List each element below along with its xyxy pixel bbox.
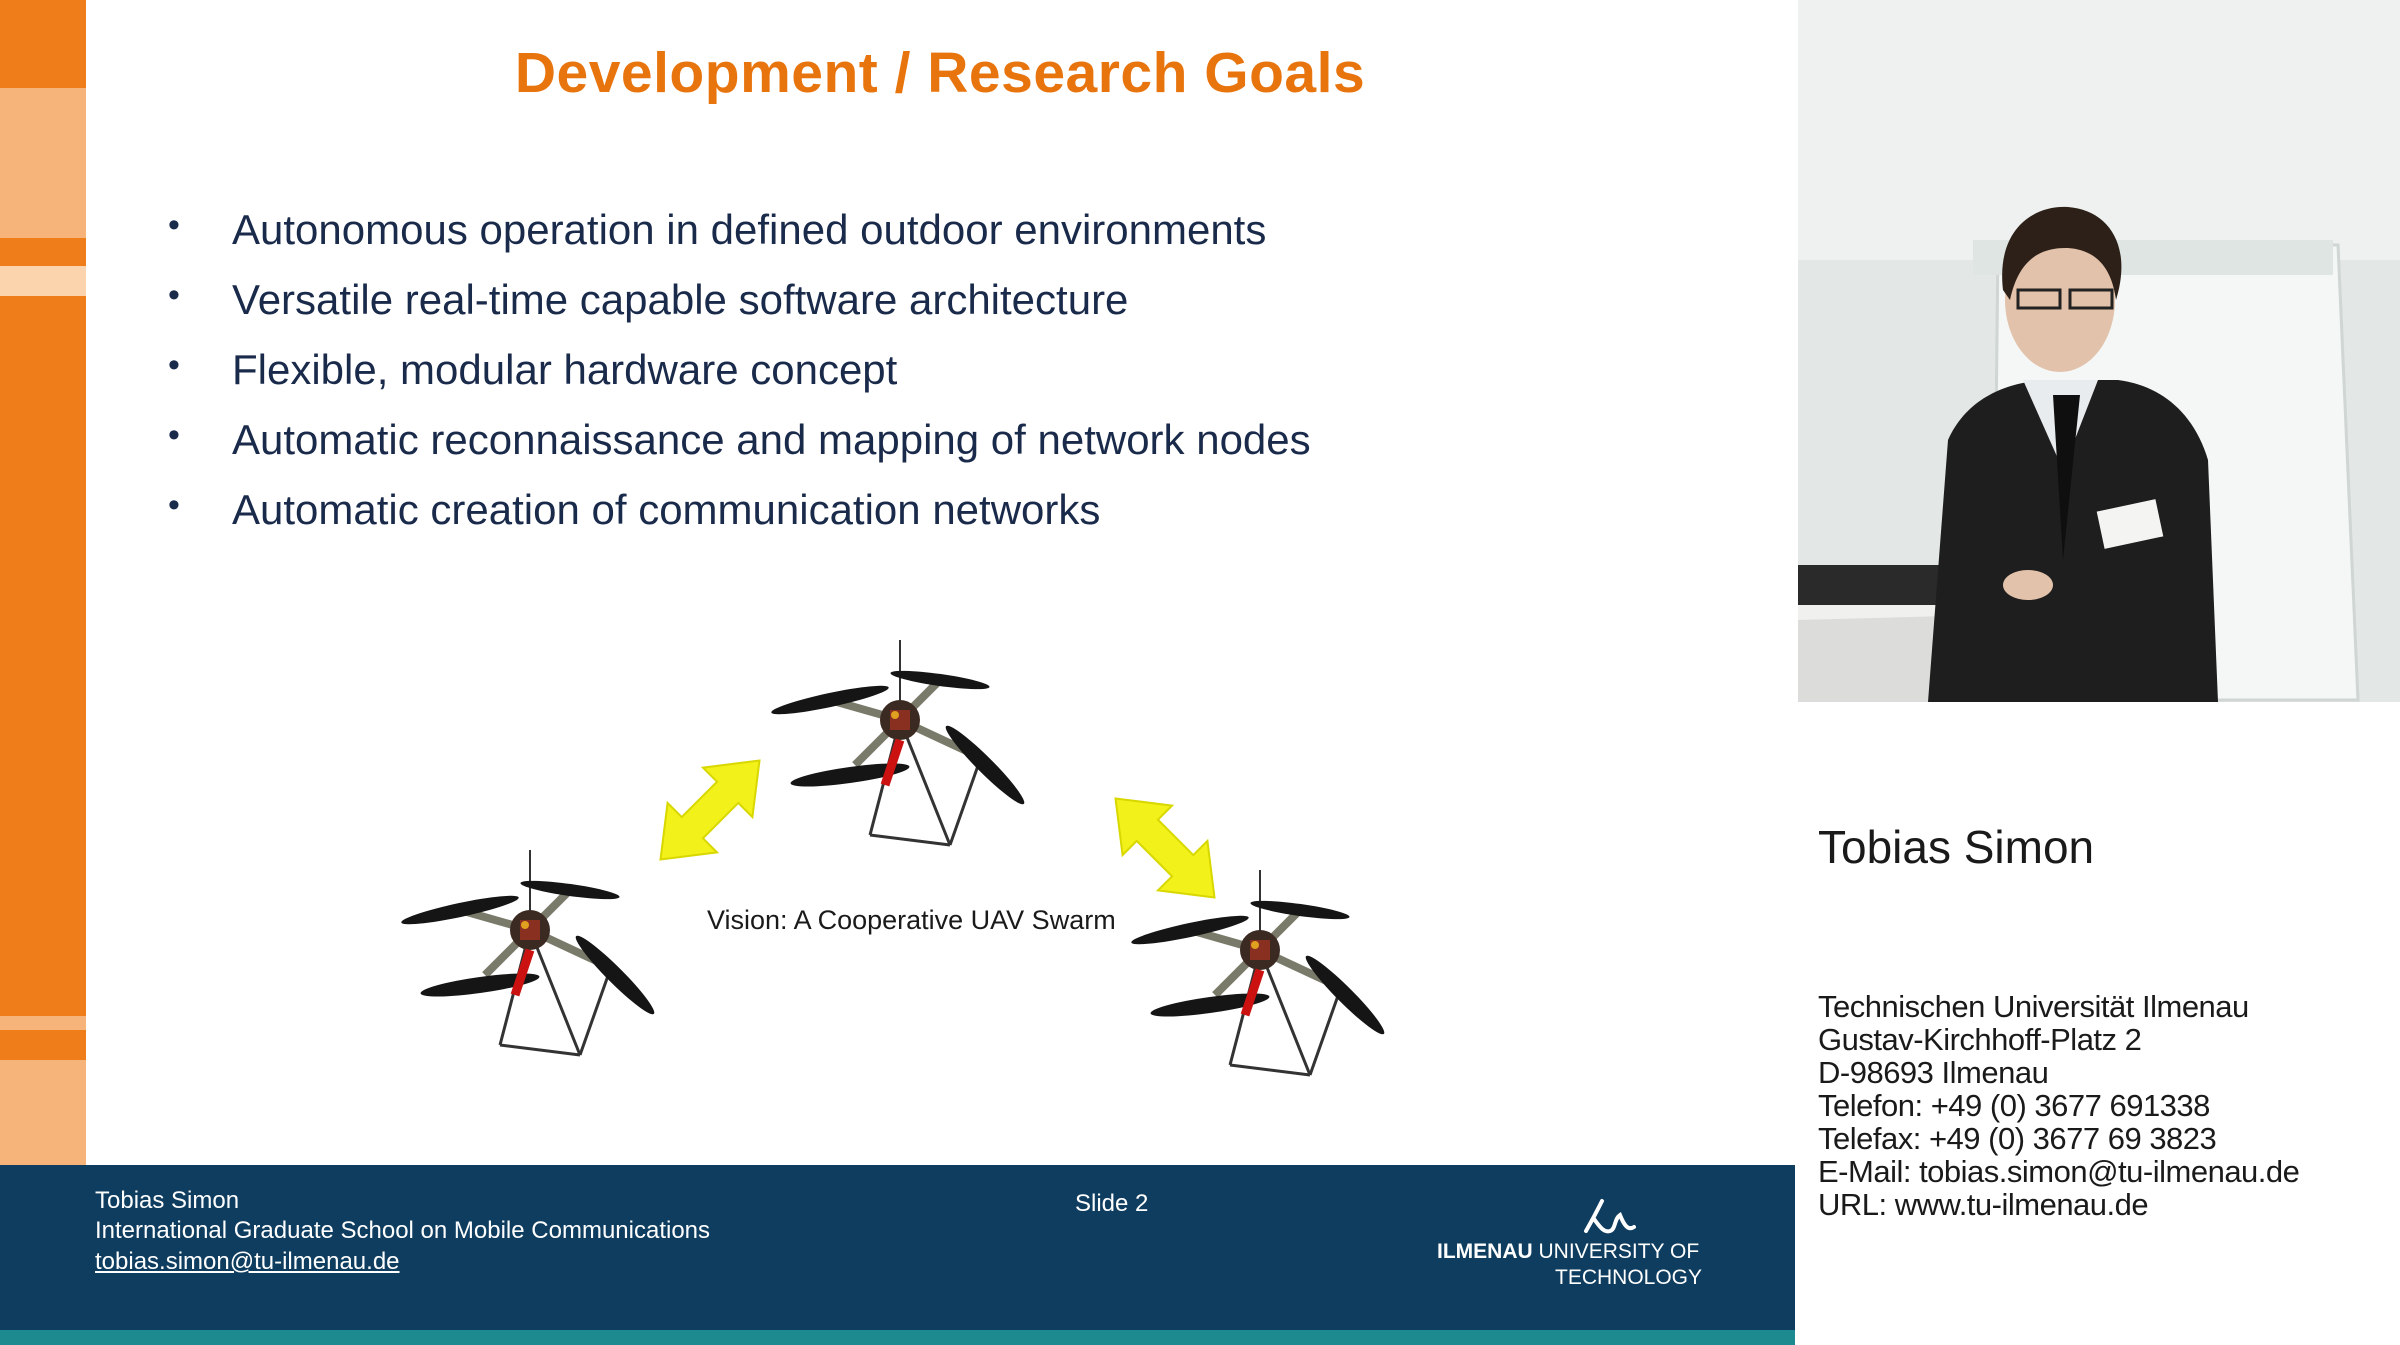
slide-title: Development / Research Goals [514, 41, 1366, 105]
diagram-caption: Vision: A Cooperative UAV Swarm [707, 905, 1116, 935]
uav-swarm-diagram [380, 590, 1460, 1130]
slide-number: Slide 2 [1075, 1190, 1149, 1217]
university-logo-icon [1584, 1199, 1636, 1234]
bullet-icon: • [168, 416, 180, 454]
bullet-icon: • [168, 346, 180, 384]
university-logo-text: TECHNOLOGY [1555, 1266, 1703, 1289]
bullet-icon: • [168, 206, 180, 244]
stripe-decoration [0, 238, 86, 266]
double-arrow-icon [1089, 772, 1241, 924]
footer-author: Tobias Simon [95, 1187, 240, 1214]
contact-line: Gustav-Kirchhoff-Platz 2 [1818, 1022, 2142, 1057]
bullet-icon: • [168, 486, 180, 524]
presentation-slide: Development / Research Goals • Autonomous… [0, 0, 1795, 1345]
double-arrow-icon [634, 734, 786, 886]
bullet-text: Autonomous operation in defined outdoor … [232, 206, 1267, 253]
contact-line: Telefax: +49 (0) 3677 69 3823 [1818, 1121, 2217, 1156]
university-logo-text: ILMENAU UNIVERSITY OF [1437, 1240, 1700, 1263]
contact-email[interactable]: E-Mail: tobias.simon@tu-ilmenau.de [1818, 1155, 2300, 1188]
speaker-video [1798, 0, 2400, 702]
uav-drone-right [1130, 870, 1390, 1075]
bullet-icon: • [168, 276, 180, 314]
stripe-decoration [0, 296, 86, 1016]
speaker-contact-info: Technischen Universität Ilmenau Gustav-K… [1818, 989, 2300, 1221]
stripe-decoration [0, 88, 86, 238]
bullet-text: Automatic creation of communication netw… [232, 486, 1101, 533]
stripe-decoration [0, 1016, 86, 1030]
stripe-decoration [0, 1030, 86, 1060]
footer-email-link[interactable]: tobias.simon@tu-ilmenau.de [95, 1248, 400, 1276]
contact-line: D-98693 Ilmenau [1818, 1055, 2049, 1090]
bullet-text: Flexible, modular hardware concept [232, 346, 898, 393]
stripe-decoration [0, 266, 86, 296]
contact-line: Technischen Universität Ilmenau [1818, 989, 2249, 1024]
stripe-decoration [0, 1060, 86, 1165]
contact-line: Telefon: +49 (0) 3677 691338 [1818, 1088, 2210, 1123]
bullet-text: Versatile real-time capable software arc… [232, 276, 1129, 323]
bullet-text: Automatic reconnaissance and mapping of … [232, 416, 1311, 463]
uav-drone-left [400, 850, 660, 1055]
footer-school: International Graduate School on Mobile … [95, 1217, 711, 1244]
contact-url[interactable]: URL: www.tu-ilmenau.de [1818, 1188, 2299, 1221]
uav-drone-center [770, 640, 1030, 845]
footer-accent-bar [0, 1330, 1795, 1345]
speaker-name: Tobias Simon [1818, 821, 2095, 873]
